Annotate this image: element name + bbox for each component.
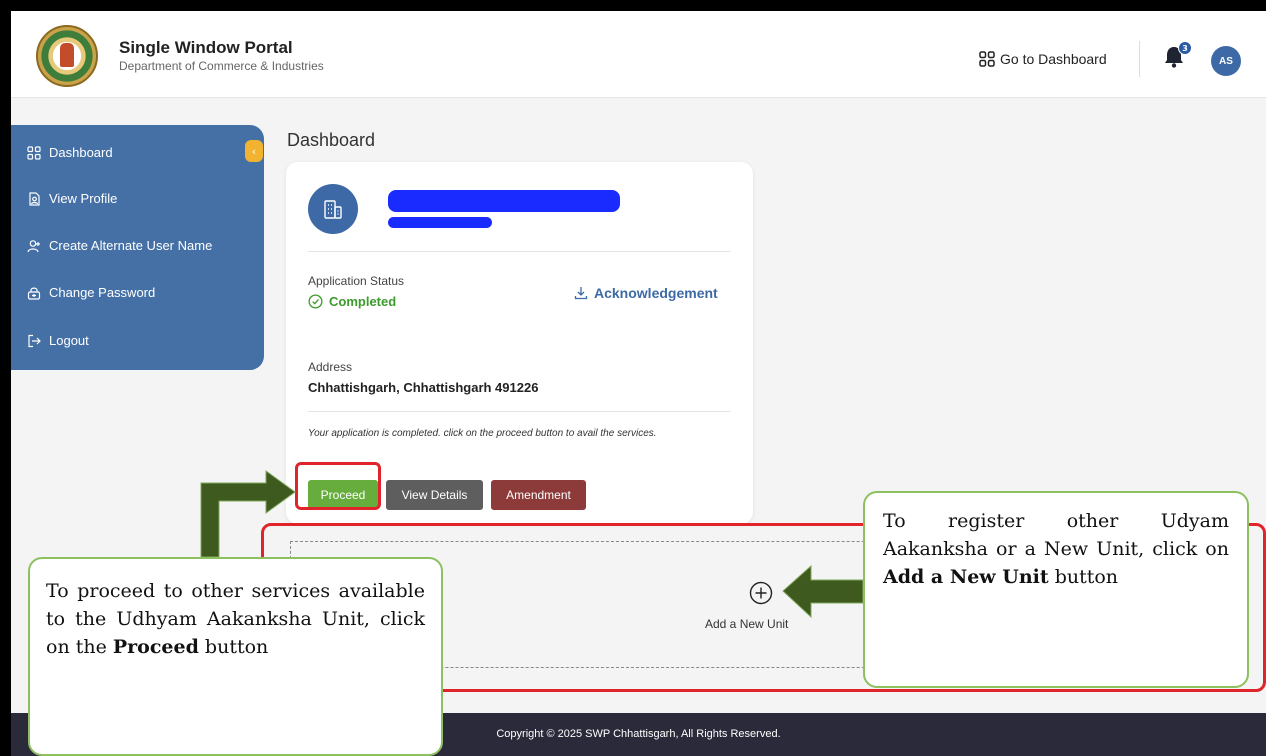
- browser-viewport: Single Window Portal Department of Comme…: [11, 11, 1266, 756]
- callout-text: To register other Udyam Aakanksha or a N…: [883, 510, 1229, 560]
- add-unit-instruction-callout: To register other Udyam Aakanksha or a N…: [863, 491, 1249, 688]
- callout-bold-text: Proceed: [112, 636, 199, 658]
- callout-text: button: [198, 636, 269, 658]
- callout-text: button: [1048, 566, 1119, 588]
- proceed-instruction-callout: To proceed to other services available t…: [28, 557, 443, 756]
- callout-bold-text: Add a New Unit: [883, 566, 1049, 588]
